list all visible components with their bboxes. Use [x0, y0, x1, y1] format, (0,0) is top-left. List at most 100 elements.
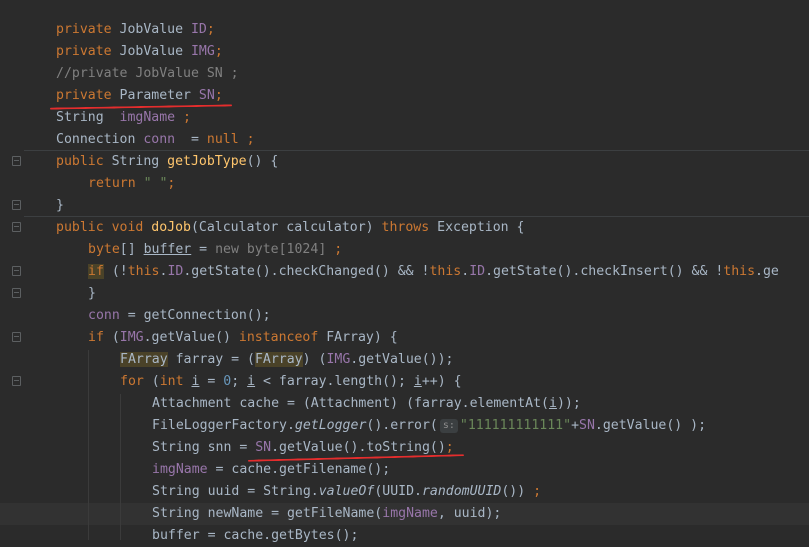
- semicolon: ;: [334, 242, 343, 257]
- method-name: getLogger: [294, 418, 367, 433]
- variable: buffer: [143, 242, 192, 257]
- code-line[interactable]: for (int i = 0; i < farray.length(); i++…: [120, 371, 809, 393]
- code-text: farray = (: [167, 352, 255, 367]
- code-text: (Calculator calculator): [190, 220, 382, 235]
- type-text: FArray: [120, 352, 168, 367]
- method-name: valueOf: [318, 484, 375, 499]
- code-text: ()): [501, 484, 534, 499]
- code-text: .getState().checkChanged() && !: [183, 264, 430, 279]
- code-text: []: [119, 242, 144, 257]
- code-line[interactable]: Attachment cache = (Attachment) (farray.…: [152, 393, 809, 415]
- code-text: FArray) {: [318, 330, 398, 345]
- code-line[interactable]: FileLoggerFactory.getLogger().error(s: "1…: [152, 415, 809, 437]
- semicolon: ;: [214, 88, 223, 103]
- fold-marker-icon[interactable]: [12, 222, 21, 232]
- code-line[interactable]: String newName = getFileName(imgName, uu…: [152, 503, 809, 525]
- keyword: private: [56, 44, 112, 59]
- type-text: FArray: [254, 352, 303, 367]
- variable: i: [548, 396, 557, 411]
- code-line[interactable]: FArray farray = (FArray) (IMG.getValue()…: [120, 349, 809, 371]
- code-text: = getConnection();: [119, 308, 271, 323]
- keyword: this: [723, 264, 756, 279]
- keyword: null: [206, 132, 239, 147]
- fold-marker-icon[interactable]: [12, 332, 21, 342]
- semicolon: ;: [238, 132, 255, 147]
- code-text: =: [191, 242, 216, 257]
- semicolon: ;: [533, 484, 542, 499]
- code-line[interactable]: if (!this.ID.getState().checkChanged() &…: [88, 261, 809, 283]
- code-text: Attachment cache = (Attachment) (farray.…: [152, 396, 549, 411]
- code-text: () {: [246, 154, 279, 169]
- semicolon: ;: [214, 44, 223, 59]
- code-text: ge: [762, 264, 779, 279]
- keyword: return: [88, 176, 136, 191]
- code-line[interactable]: String uuid = String.valueOf(UUID.random…: [152, 481, 809, 503]
- code-line[interactable]: String snn = SN.getValue().toString();: [152, 437, 809, 459]
- field-name: IMG: [326, 352, 351, 367]
- code-text: +: [571, 418, 580, 433]
- method-name: doJob: [151, 220, 191, 235]
- string-literal: " ": [135, 176, 168, 191]
- code-line[interactable]: }: [56, 195, 809, 217]
- code-text: .getState().checkInsert() && !: [485, 264, 724, 279]
- code-text: }: [88, 286, 96, 301]
- code-line[interactable]: Connection conn = null ;: [56, 129, 809, 151]
- code-line[interactable]: buffer = cache.getBytes();: [152, 525, 809, 547]
- assign: =: [175, 132, 207, 147]
- keyword: if: [88, 264, 104, 279]
- keyword: public: [56, 154, 104, 169]
- code-text: }: [56, 198, 64, 213]
- field-name: ID: [167, 264, 184, 279]
- semicolon: ;: [445, 440, 454, 455]
- keyword: void: [103, 220, 152, 235]
- code-line[interactable]: return " ";: [88, 173, 809, 195]
- code-line[interactable]: //private JobValue SN ;: [56, 63, 809, 85]
- field-name: SN: [579, 418, 595, 433]
- type-text: JobValue: [111, 22, 191, 37]
- fold-marker-icon[interactable]: [12, 376, 21, 386]
- keyword: byte: [88, 242, 120, 257]
- indent-guide: [88, 350, 89, 540]
- keyword: throws: [381, 220, 430, 235]
- parameter-hint: s:: [439, 419, 458, 433]
- code-text: (!: [103, 264, 128, 279]
- code-line[interactable]: conn = getConnection();: [88, 305, 809, 327]
- code-line[interactable]: if (IMG.getValue() instanceof FArray) {: [88, 327, 809, 349]
- semicolon: ;: [175, 110, 191, 125]
- code-text: [: [278, 242, 287, 257]
- code-line[interactable]: private JobValue IMG;: [56, 41, 809, 63]
- code-text: .getValue());: [350, 352, 454, 367]
- code-text: FileLoggerFactory.: [152, 418, 295, 433]
- code-line[interactable]: byte[] buffer = new byte[1024] ;: [88, 239, 809, 261]
- code-text: , uuid);: [437, 506, 502, 521]
- code-line[interactable]: private Parameter SN;: [56, 85, 809, 107]
- code-line[interactable]: imgName = cache.getFilename();: [152, 459, 809, 481]
- code-line[interactable]: String imgName ;: [56, 107, 809, 129]
- type-text: String: [103, 154, 168, 169]
- field-name: SN: [255, 440, 272, 455]
- field-name: conn: [143, 132, 176, 147]
- code-text: ));: [556, 396, 581, 411]
- code-line[interactable]: public String getJobType() {: [56, 151, 809, 173]
- code-text: Exception {: [429, 220, 525, 235]
- fold-marker-icon[interactable]: [12, 200, 21, 210]
- keyword: private: [56, 22, 112, 37]
- field-name: imgName: [382, 506, 438, 521]
- fold-marker-icon[interactable]: [12, 266, 21, 276]
- code-line[interactable]: public void doJob(Calculator calculator)…: [56, 217, 809, 239]
- code-text: .getValue() );: [594, 418, 707, 433]
- code-line[interactable]: }: [88, 283, 809, 305]
- code-editor[interactable]: private JobValue ID; private JobValue IM…: [0, 0, 809, 543]
- type-text: JobValue: [111, 44, 191, 59]
- code-text: (UUID.: [374, 484, 422, 499]
- keyword: if: [88, 330, 104, 345]
- field-name: conn: [88, 308, 120, 323]
- indent-guide: [120, 394, 121, 540]
- fold-marker-icon[interactable]: [12, 156, 21, 166]
- code-line[interactable]: private JobValue ID;: [56, 19, 809, 41]
- fold-marker-icon[interactable]: [12, 288, 21, 298]
- keyword: for: [120, 374, 144, 389]
- code-text: buffer = cache.getBytes();: [152, 528, 359, 543]
- string-literal: "111111111111": [459, 418, 572, 433]
- code-text: String newName = getFileName(: [152, 506, 383, 521]
